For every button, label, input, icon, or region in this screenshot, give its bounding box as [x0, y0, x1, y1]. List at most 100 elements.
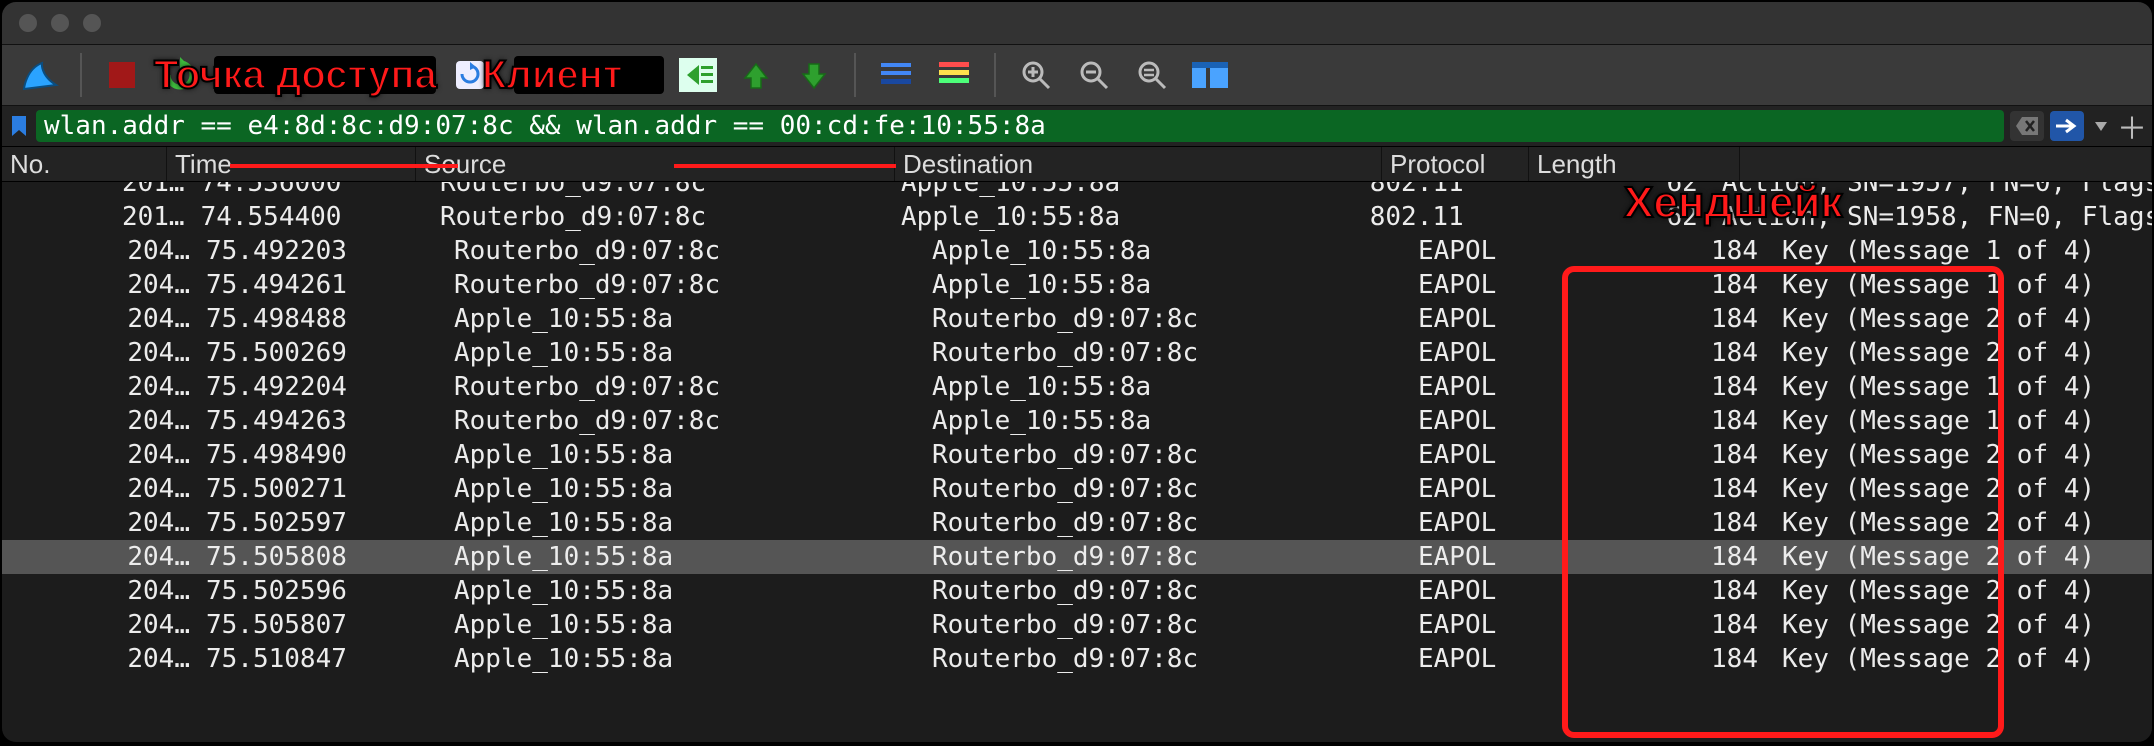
cell-length: 184 [1556, 406, 1774, 436]
cell-info: Key (Message 1 of 4) [1774, 372, 2152, 402]
cell-destination: Apple_10:55:8a [893, 202, 1362, 232]
cell-no: 204… [2, 644, 198, 674]
cell-length: 184 [1556, 270, 1774, 300]
apply-filter-button[interactable] [2050, 111, 2084, 141]
window-close-button[interactable] [18, 13, 38, 33]
cell-length: 184 [1556, 644, 1774, 674]
cell-info: Key (Message 2 of 4) [1774, 440, 2152, 470]
column-destination[interactable]: Destination [895, 147, 1382, 181]
packet-row[interactable]: 204…75.494261Routerbo_d9:07:8cApple_10:5… [2, 268, 2152, 302]
clear-filter-button[interactable] [2010, 111, 2044, 141]
packet-row[interactable]: 204…75.494263Routerbo_d9:07:8cApple_10:5… [2, 404, 2152, 438]
colorize-button[interactable] [930, 53, 978, 97]
cell-time: 75.500271 [198, 474, 446, 504]
cell-source: Apple_10:55:8a [446, 440, 924, 470]
column-time[interactable]: Time [167, 147, 416, 181]
cell-time: 74.554400 [193, 202, 432, 232]
cell-no: 204… [2, 576, 198, 606]
cell-no: 204… [2, 372, 198, 402]
cell-protocol: EAPOL [1410, 610, 1556, 640]
cell-info: Key (Message 2 of 4) [1774, 644, 2152, 674]
zoom-reset-button[interactable] [1128, 53, 1176, 97]
column-no[interactable]: No. [2, 147, 167, 181]
go-up-button[interactable] [732, 53, 780, 97]
cell-source: Apple_10:55:8a [446, 644, 924, 674]
cell-info: Key (Message 2 of 4) [1774, 508, 2152, 538]
zoom-out-button[interactable] [1070, 53, 1118, 97]
cell-time: 75.492203 [198, 236, 446, 266]
reload-button[interactable] [446, 53, 494, 97]
column-length[interactable]: Length [1529, 147, 1740, 181]
packet-row[interactable]: 204…75.505808Apple_10:55:8aRouterbo_d9:0… [2, 540, 2152, 574]
cell-time: 75.502596 [198, 576, 446, 606]
cell-destination: Routerbo_d9:07:8c [924, 508, 1410, 538]
cell-no: 204… [2, 508, 198, 538]
autoscroll-button[interactable] [872, 53, 920, 97]
column-source[interactable]: Source [416, 147, 895, 181]
packet-row[interactable]: 204…75.502597Apple_10:55:8aRouterbo_d9:0… [2, 506, 2152, 540]
packet-list[interactable]: 201…74.536000Routerbo_d9:07:8cApple_10:5… [2, 182, 2152, 742]
cell-protocol: EAPOL [1410, 644, 1556, 674]
packet-row[interactable]: 204…75.492204Routerbo_d9:07:8cApple_10:5… [2, 370, 2152, 404]
cell-info: Key (Message 2 of 4) [1774, 474, 2152, 504]
cell-source: Apple_10:55:8a [446, 338, 924, 368]
toolbar-divider [994, 53, 996, 97]
packet-row[interactable]: 204…75.505807Apple_10:55:8aRouterbo_d9:0… [2, 608, 2152, 642]
cell-protocol: EAPOL [1410, 542, 1556, 572]
packet-row[interactable]: 204…75.492203Routerbo_d9:07:8cApple_10:5… [2, 234, 2152, 268]
packet-list-header[interactable]: No. Time Source Destination Protocol Len… [2, 147, 2152, 182]
cell-destination: Apple_10:55:8a [924, 372, 1410, 402]
cell-time: 75.498488 [198, 304, 446, 334]
cell-destination: Routerbo_d9:07:8c [924, 644, 1410, 674]
packet-row[interactable]: 204…75.498490Apple_10:55:8aRouterbo_d9:0… [2, 438, 2152, 472]
cell-no: 201… [2, 182, 193, 198]
cell-protocol: EAPOL [1410, 372, 1556, 402]
cell-time: 75.505808 [198, 542, 446, 572]
cell-source: Apple_10:55:8a [446, 610, 924, 640]
go-first-button[interactable] [674, 53, 722, 97]
packet-row[interactable]: 201…74.554400Routerbo_d9:07:8cApple_10:5… [2, 200, 2152, 234]
restart-capture-button[interactable] [156, 53, 204, 97]
cell-destination: Routerbo_d9:07:8c [924, 474, 1410, 504]
display-filter-input[interactable]: wlan.addr == e4:8d:8c:d9:07:8c && wlan.a… [36, 110, 2004, 142]
column-info[interactable] [1740, 147, 2152, 181]
cell-length: 184 [1556, 508, 1774, 538]
cell-source: Apple_10:55:8a [446, 474, 924, 504]
column-protocol[interactable]: Protocol [1382, 147, 1529, 181]
cell-time: 75.498490 [198, 440, 446, 470]
cell-info: Key (Message 1 of 4) [1774, 270, 2152, 300]
cell-no: 204… [2, 542, 198, 572]
packet-row[interactable]: 204…75.500271Apple_10:55:8aRouterbo_d9:0… [2, 472, 2152, 506]
display-filter-text: wlan.addr == e4:8d:8c:d9:07:8c && wlan.a… [44, 111, 1046, 141]
window-maximize-button[interactable] [82, 13, 102, 33]
packet-row[interactable]: 204…75.500269Apple_10:55:8aRouterbo_d9:0… [2, 336, 2152, 370]
cell-no: 204… [2, 610, 198, 640]
add-filter-button[interactable]: ＋ [2118, 111, 2146, 141]
filter-history-button[interactable] [2090, 111, 2112, 141]
cell-length: 184 [1556, 610, 1774, 640]
cell-length: 184 [1556, 304, 1774, 334]
column-label: No. [10, 149, 50, 180]
cell-protocol: EAPOL [1410, 304, 1556, 334]
window-minimize-button[interactable] [50, 13, 70, 33]
cell-no: 201… [2, 202, 193, 232]
wireshark-fin-icon[interactable] [16, 53, 64, 97]
cell-length: 184 [1556, 372, 1774, 402]
bookmark-filter-button[interactable] [8, 111, 30, 141]
packet-row[interactable]: 204…75.510847Apple_10:55:8aRouterbo_d9:0… [2, 642, 2152, 676]
resize-columns-button[interactable] [1186, 53, 1234, 97]
cell-protocol: EAPOL [1410, 236, 1556, 266]
zoom-in-button[interactable] [1012, 53, 1060, 97]
stop-capture-button[interactable] [98, 53, 146, 97]
packet-row[interactable]: 204…75.498488Apple_10:55:8aRouterbo_d9:0… [2, 302, 2152, 336]
cell-info: Key (Message 1 of 4) [1774, 236, 2152, 266]
packet-row[interactable]: 201…74.536000Routerbo_d9:07:8cApple_10:5… [2, 182, 2152, 200]
cell-info: Key (Message 2 of 4) [1774, 338, 2152, 368]
cell-no: 204… [2, 338, 198, 368]
cell-destination: Apple_10:55:8a [924, 270, 1410, 300]
go-down-button[interactable] [790, 53, 838, 97]
cell-length: 62 [1503, 182, 1714, 198]
cell-destination: Routerbo_d9:07:8c [924, 304, 1410, 334]
redacted-toolbar-region-1 [214, 56, 436, 94]
packet-row[interactable]: 204…75.502596Apple_10:55:8aRouterbo_d9:0… [2, 574, 2152, 608]
